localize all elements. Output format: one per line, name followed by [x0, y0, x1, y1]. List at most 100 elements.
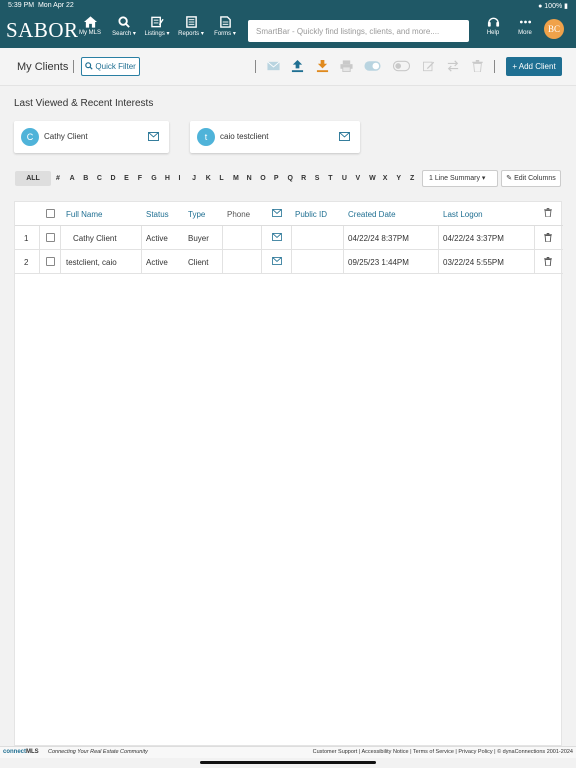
trash-icon[interactable] [472, 60, 483, 72]
nav-search-label: Search ▾ [112, 31, 136, 37]
email-icon[interactable] [339, 132, 350, 141]
toggle-on-icon[interactable] [364, 60, 381, 72]
alpha-letter-c[interactable]: C [97, 171, 102, 186]
email-icon[interactable] [272, 257, 282, 265]
table-row[interactable]: 1 Cathy Client Active Buyer 04/22/24 8:3… [15, 226, 563, 250]
upload-icon[interactable] [291, 60, 304, 73]
alpha-letter-j[interactable]: J [192, 171, 196, 186]
col-public-id[interactable]: Public ID [295, 210, 327, 219]
footer-links[interactable]: Customer Support | Accessibility Notice … [313, 749, 573, 755]
alpha-letter-i[interactable]: I [179, 171, 181, 186]
nav-search[interactable]: Search ▾ [107, 16, 141, 37]
client-created-date: 09/25/23 1:44PM [348, 258, 409, 267]
alpha-letter-hash[interactable]: # [56, 171, 60, 186]
quick-filter-button[interactable]: Quick Filter [81, 57, 140, 76]
client-avatar: C [21, 128, 39, 146]
client-type: Client [188, 258, 209, 267]
trash-icon[interactable] [544, 233, 552, 242]
edit-columns-button[interactable]: ✎ Edit Columns [501, 170, 561, 187]
alpha-letter-t[interactable]: T [328, 171, 332, 186]
add-client-button[interactable]: + Add Client [506, 57, 562, 76]
col-full-name[interactable]: Full Name [66, 210, 102, 219]
client-type: Buyer [188, 234, 209, 243]
nav-reports-label: Reports ▾ [178, 31, 204, 37]
client-created-date: 04/22/24 8:37PM [348, 234, 409, 243]
alpha-letter-m[interactable]: M [233, 171, 239, 186]
nav-forms[interactable]: Forms ▾ [208, 16, 242, 37]
alpha-letter-v[interactable]: V [356, 171, 361, 186]
edit-icon[interactable] [423, 60, 435, 72]
download-icon[interactable] [316, 60, 329, 73]
toggle-off-icon[interactable] [393, 60, 410, 72]
edit-columns-label: Edit Columns [514, 175, 556, 182]
status-date: Mon Apr 22 [37, 2, 74, 9]
alpha-letter-f[interactable]: F [138, 171, 142, 186]
nav-help-label: Help [486, 30, 500, 36]
alpha-letter-u[interactable]: U [342, 171, 347, 186]
nav-more-label: More [518, 30, 532, 36]
alpha-letter-o[interactable]: O [260, 171, 265, 186]
alpha-letter-y[interactable]: Y [396, 171, 401, 186]
alpha-letter-d[interactable]: D [110, 171, 115, 186]
alpha-letter-z[interactable]: Z [410, 171, 414, 186]
client-name: Cathy Client [44, 132, 88, 141]
print-icon[interactable] [340, 60, 353, 72]
col-type[interactable]: Type [188, 210, 205, 219]
email-icon[interactable] [267, 60, 280, 72]
alpha-all[interactable]: ALL [15, 171, 51, 186]
nav-listings[interactable]: Listings ▾ [140, 16, 174, 37]
trash-icon[interactable] [544, 257, 552, 266]
alpha-letter-x[interactable]: X [383, 171, 388, 186]
divider [255, 60, 256, 73]
alpha-letter-b[interactable]: B [83, 171, 88, 186]
divider [494, 60, 495, 73]
client-status: Active [146, 258, 168, 267]
row-checkbox[interactable] [46, 233, 55, 242]
alpha-letter-k[interactable]: K [206, 171, 211, 186]
smartbar-input[interactable] [248, 20, 469, 42]
connectmls-logo: connectMLS [3, 749, 39, 755]
battery-icon: ▮ [564, 3, 568, 10]
client-last-logon: 04/22/24 3:37PM [443, 234, 504, 243]
client-last-logon: 03/22/24 5:55PM [443, 258, 504, 267]
alpha-letter-e[interactable]: E [124, 171, 129, 186]
page-footer: connectMLS Connecting Your Real Estate C… [0, 746, 576, 758]
select-all-checkbox[interactable] [46, 209, 55, 218]
swap-icon[interactable] [447, 60, 459, 72]
client-full-name[interactable]: Cathy Client [73, 234, 117, 243]
row-checkbox[interactable] [46, 257, 55, 266]
nav-reports[interactable]: Reports ▾ [174, 16, 208, 37]
nav-my-mls[interactable]: My MLS [73, 16, 107, 36]
reports-icon [185, 16, 197, 28]
recent-client-card[interactable]: t caio testclient [190, 121, 360, 153]
client-full-name[interactable]: testclient, caio [66, 258, 117, 267]
view-mode-select[interactable]: 1 Line Summary ▾ [422, 170, 498, 187]
email-icon[interactable] [272, 233, 282, 241]
alpha-letter-w[interactable]: W [369, 171, 376, 186]
table-row[interactable]: 2 testclient, caio Active Client 09/25/2… [15, 250, 563, 274]
recent-client-card[interactable]: C Cathy Client [14, 121, 169, 153]
alpha-letter-a[interactable]: A [70, 171, 75, 186]
alpha-letter-s[interactable]: S [315, 171, 320, 186]
nav-more[interactable]: More [508, 16, 542, 36]
alpha-letter-n[interactable]: N [247, 171, 252, 186]
alpha-letter-r[interactable]: R [301, 171, 306, 186]
nav-help[interactable]: Help [476, 16, 510, 36]
col-created-date[interactable]: Created Date [348, 210, 396, 219]
recent-heading: Last Viewed & Recent Interests [14, 98, 154, 109]
sabor-logo[interactable]: SABOR [6, 18, 79, 43]
more-dots-icon [519, 20, 531, 24]
pencil-icon: ✎ [506, 175, 513, 182]
clients-table: Full Name Status Type Phone Public ID Cr… [14, 201, 563, 746]
headset-icon [487, 17, 499, 27]
alpha-letter-l[interactable]: L [219, 171, 223, 186]
alpha-letter-g[interactable]: G [151, 171, 156, 186]
email-icon[interactable] [148, 132, 159, 141]
user-avatar[interactable]: BC [544, 19, 564, 39]
alpha-letter-h[interactable]: H [165, 171, 170, 186]
col-status[interactable]: Status [146, 210, 169, 219]
clients-toolbar: My Clients Quick Filter + Add Client [0, 48, 576, 86]
col-last-logon[interactable]: Last Logon [443, 210, 483, 219]
alpha-letter-q[interactable]: Q [287, 171, 292, 186]
alpha-letter-p[interactable]: P [274, 171, 279, 186]
